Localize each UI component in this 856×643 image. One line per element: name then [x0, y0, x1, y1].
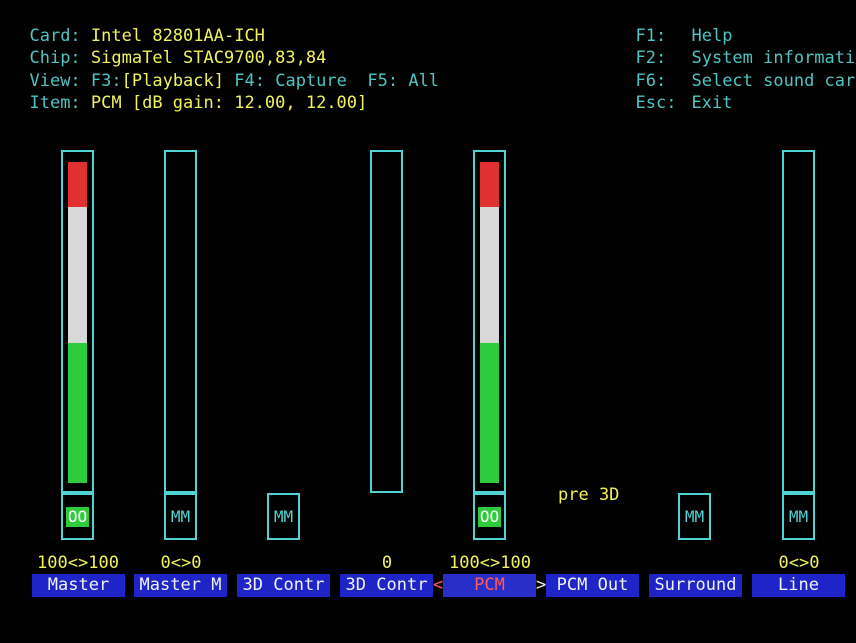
pcm-mute-toggle[interactable]: OO: [473, 493, 506, 540]
pcm-level-fill: [480, 162, 499, 483]
level-segment-white: [68, 206, 87, 344]
3d-control-value: 0: [381, 553, 393, 573]
level-segment-red: [68, 162, 87, 207]
channel-label-master-mono[interactable]: Master M: [134, 574, 227, 597]
master-mono-value: 0<>0: [160, 553, 202, 573]
pcm-value: 100<>100: [449, 553, 531, 573]
line-mute-state: MM: [788, 506, 809, 526]
master-level-fill: [68, 162, 87, 483]
master-mono-slider[interactable]: [164, 150, 197, 493]
channel-label-pcm-out[interactable]: PCM Out: [546, 574, 639, 597]
channel-label-3d-control-switch[interactable]: 3D Contr: [237, 574, 330, 597]
line-slider[interactable]: [782, 150, 815, 493]
view-all[interactable]: All: [408, 71, 439, 91]
selection-arrow-right: >: [536, 575, 547, 595]
master-mono-mute-toggle[interactable]: MM: [164, 493, 197, 540]
master-value: 100<>100: [37, 553, 119, 573]
pcm-slider[interactable]: [473, 150, 506, 493]
level-segment-green: [480, 343, 499, 483]
channel-label-3d-control-depth[interactable]: 3D Contr: [340, 574, 433, 597]
3d-control-switch-toggle[interactable]: MM: [267, 493, 300, 540]
level-segment-red: [480, 162, 499, 207]
line-value: 0<>0: [778, 553, 820, 573]
surround-mute-state: MM: [684, 506, 705, 526]
key-esc-action: Exit: [691, 92, 733, 113]
line-mute-toggle[interactable]: MM: [782, 493, 815, 540]
master-mute-toggle[interactable]: OO: [61, 493, 94, 540]
key-esc: Esc:: [635, 92, 677, 113]
level-segment-green: [68, 343, 87, 483]
item-label: Item:: [29, 92, 81, 113]
3d-control-depth-slider[interactable]: [370, 150, 403, 493]
level-segment-white: [480, 206, 499, 344]
channel-label-surround[interactable]: Surround: [649, 574, 742, 597]
selection-arrow-left: <: [433, 575, 444, 595]
channel-label-line[interactable]: Line: [752, 574, 845, 597]
exit-key[interactable]: Esc: Exit: [615, 69, 732, 114]
master-slider[interactable]: [61, 150, 94, 493]
view-f5-key: F5:: [367, 70, 399, 91]
item-line: Item: PCM [dB gain: 12.00, 12.00]: [9, 69, 367, 114]
channel-label-master[interactable]: Master: [32, 574, 125, 597]
pre3d-label: pre 3D: [558, 485, 620, 505]
master-mono-mute-state: MM: [170, 506, 191, 526]
surround-mute-toggle[interactable]: MM: [678, 493, 711, 540]
master-mute-state: OO: [65, 506, 90, 527]
pcm-mute-state: OO: [477, 506, 502, 527]
3d-control-switch-state: MM: [273, 506, 294, 526]
item-value: PCM [dB gain: 12.00, 12.00]: [90, 92, 368, 113]
channel-label-pcm[interactable]: PCM: [443, 574, 536, 597]
